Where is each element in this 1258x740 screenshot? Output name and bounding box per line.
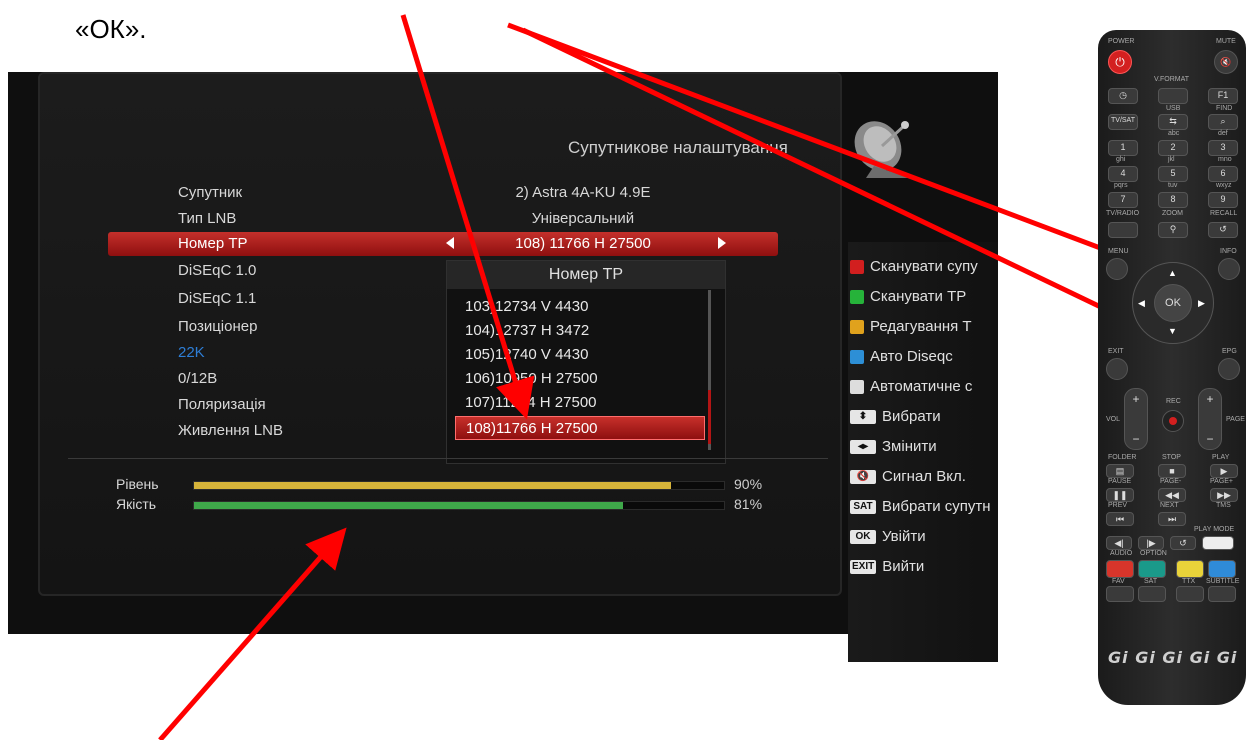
timer-button[interactable]: ◷ xyxy=(1108,88,1138,104)
usb-button[interactable]: ⇆ xyxy=(1158,114,1188,130)
subtitle-button[interactable] xyxy=(1208,586,1236,602)
sat-label: SAT xyxy=(1144,578,1158,585)
vformat-label: V.FORMAT xyxy=(1154,76,1190,83)
next-label: NEXT xyxy=(1160,502,1179,509)
arrow-to-tp-list xyxy=(400,14,535,420)
pqrs-label: pqrs xyxy=(1114,182,1128,189)
dpad-up-icon[interactable]: ▲ xyxy=(1168,268,1177,278)
arrow-to-signal-bars xyxy=(158,527,347,740)
pageminus-label: PAGE- xyxy=(1160,478,1182,485)
tuv-label: tuv xyxy=(1168,182,1178,189)
slow-forward-button[interactable]: |▶ xyxy=(1138,536,1164,550)
epg-button[interactable] xyxy=(1218,358,1240,380)
digit-4-button[interactable]: 4 xyxy=(1108,166,1138,182)
pageplus-label: PAGE+ xyxy=(1210,478,1234,485)
page-label: PAGE xyxy=(1226,416,1245,423)
remote-control: POWER ⏻ MUTE 🔇 V.FORMAT ◷ F1 USB FIND TV… xyxy=(1098,30,1246,705)
dpad-right-icon[interactable]: ▶ xyxy=(1198,298,1205,309)
digit-7-button[interactable]: 7 xyxy=(1108,192,1138,208)
playmode-label: PLAY MODE xyxy=(1194,526,1235,533)
vformat-button[interactable] xyxy=(1158,88,1188,104)
rec-button[interactable] xyxy=(1162,410,1184,432)
digit-1-button[interactable]: 1 xyxy=(1108,140,1138,156)
slow-back-button[interactable]: ◀| xyxy=(1106,536,1132,550)
green-button[interactable] xyxy=(1138,560,1166,578)
tvradio-button[interactable] xyxy=(1108,222,1138,238)
jkl-label: jkl xyxy=(1168,156,1175,163)
play-button[interactable]: ▶ xyxy=(1210,464,1238,478)
epg-label: EPG xyxy=(1222,348,1237,355)
ttx-label: TTX xyxy=(1182,578,1196,585)
recall-label: RECALL xyxy=(1210,210,1238,217)
exit-label: EXIT xyxy=(1108,348,1124,355)
folder-label: FOLDER xyxy=(1108,454,1137,461)
digit-5-button[interactable]: 5 xyxy=(1158,166,1188,182)
fast-forward-button[interactable]: ▶▶ xyxy=(1210,488,1238,502)
pause-label: PAUSE xyxy=(1108,478,1132,485)
tvradio-label: TV/RADIO xyxy=(1106,210,1140,217)
fav-label: FAV xyxy=(1112,578,1125,585)
option-label: OPTION xyxy=(1140,550,1167,557)
annotation-arrows xyxy=(158,14,1190,740)
digit-8-button[interactable]: 8 xyxy=(1158,192,1188,208)
pause-button[interactable]: ❚❚ xyxy=(1106,488,1134,502)
audio-label: AUDIO xyxy=(1110,550,1133,557)
vol-label: VOL xyxy=(1106,416,1121,423)
ok-button[interactable]: OK xyxy=(1154,284,1192,322)
prev-label: PREV xyxy=(1108,502,1128,509)
ttx-button[interactable] xyxy=(1176,586,1204,602)
find-button[interactable]: ⌕ xyxy=(1208,114,1238,130)
stop-label: STOP xyxy=(1162,454,1181,461)
def-label: def xyxy=(1218,130,1228,137)
prev-button[interactable]: ⏮ xyxy=(1106,512,1134,526)
yellow-button[interactable] xyxy=(1176,560,1204,578)
usb-label: USB xyxy=(1166,105,1181,112)
exit-button[interactable] xyxy=(1106,358,1128,380)
ghi-label: ghi xyxy=(1116,156,1126,163)
digit-9-button[interactable]: 9 xyxy=(1208,192,1238,208)
rewind-button[interactable]: ◀◀ xyxy=(1158,488,1186,502)
zoom-button[interactable]: ⚲ xyxy=(1158,222,1188,238)
stop-button[interactable]: ■ xyxy=(1158,464,1186,478)
digit-6-button[interactable]: 6 xyxy=(1208,166,1238,182)
subtitle-label: SUBTITLE xyxy=(1206,578,1240,585)
tms-label: TMS xyxy=(1216,502,1231,509)
info-button[interactable] xyxy=(1218,258,1240,280)
brand-logo: Gi Gi Gi Gi Gi xyxy=(1108,648,1238,667)
fav-button[interactable] xyxy=(1106,586,1134,602)
blue-button[interactable] xyxy=(1208,560,1236,578)
red-button[interactable] xyxy=(1106,560,1134,578)
repeat-button[interactable]: ↺ xyxy=(1170,536,1196,550)
arrow-to-remote-up xyxy=(507,22,1190,287)
sat-button[interactable] xyxy=(1138,586,1166,602)
power-label: POWER xyxy=(1108,38,1135,45)
arrow-to-remote-down xyxy=(521,27,1190,351)
f1-button[interactable]: F1 xyxy=(1208,88,1238,104)
page-rocker[interactable]: + − xyxy=(1198,388,1222,450)
abc-label: abc xyxy=(1168,130,1180,137)
digit-3-button[interactable]: 3 xyxy=(1208,140,1238,156)
playmode-button[interactable] xyxy=(1202,536,1234,550)
menu-label: MENU xyxy=(1108,248,1129,255)
menu-button[interactable] xyxy=(1106,258,1128,280)
digit-2-button[interactable]: 2 xyxy=(1158,140,1188,156)
folder-button[interactable]: ▤ xyxy=(1106,464,1134,478)
play-label: PLAY xyxy=(1212,454,1230,461)
mno-label: mno xyxy=(1218,156,1232,163)
mute-button[interactable]: 🔇 xyxy=(1214,50,1238,74)
info-label: INFO xyxy=(1220,248,1237,255)
recall-button[interactable]: ↺ xyxy=(1208,222,1238,238)
zoom-label: ZOOM xyxy=(1162,210,1183,217)
find-label: FIND xyxy=(1216,105,1233,112)
mute-label: MUTE xyxy=(1216,38,1236,45)
power-button[interactable]: ⏻ xyxy=(1108,50,1132,74)
volume-rocker[interactable]: + − xyxy=(1124,388,1148,450)
next-button[interactable]: ⏭ xyxy=(1158,512,1186,526)
tvsat-button[interactable]: TV/SAT xyxy=(1108,114,1138,130)
wxyz-label: wxyz xyxy=(1216,182,1232,189)
dpad-down-icon[interactable]: ▼ xyxy=(1168,326,1177,336)
rec-label: REC xyxy=(1166,398,1181,405)
dpad-left-icon[interactable]: ◀ xyxy=(1138,298,1145,309)
